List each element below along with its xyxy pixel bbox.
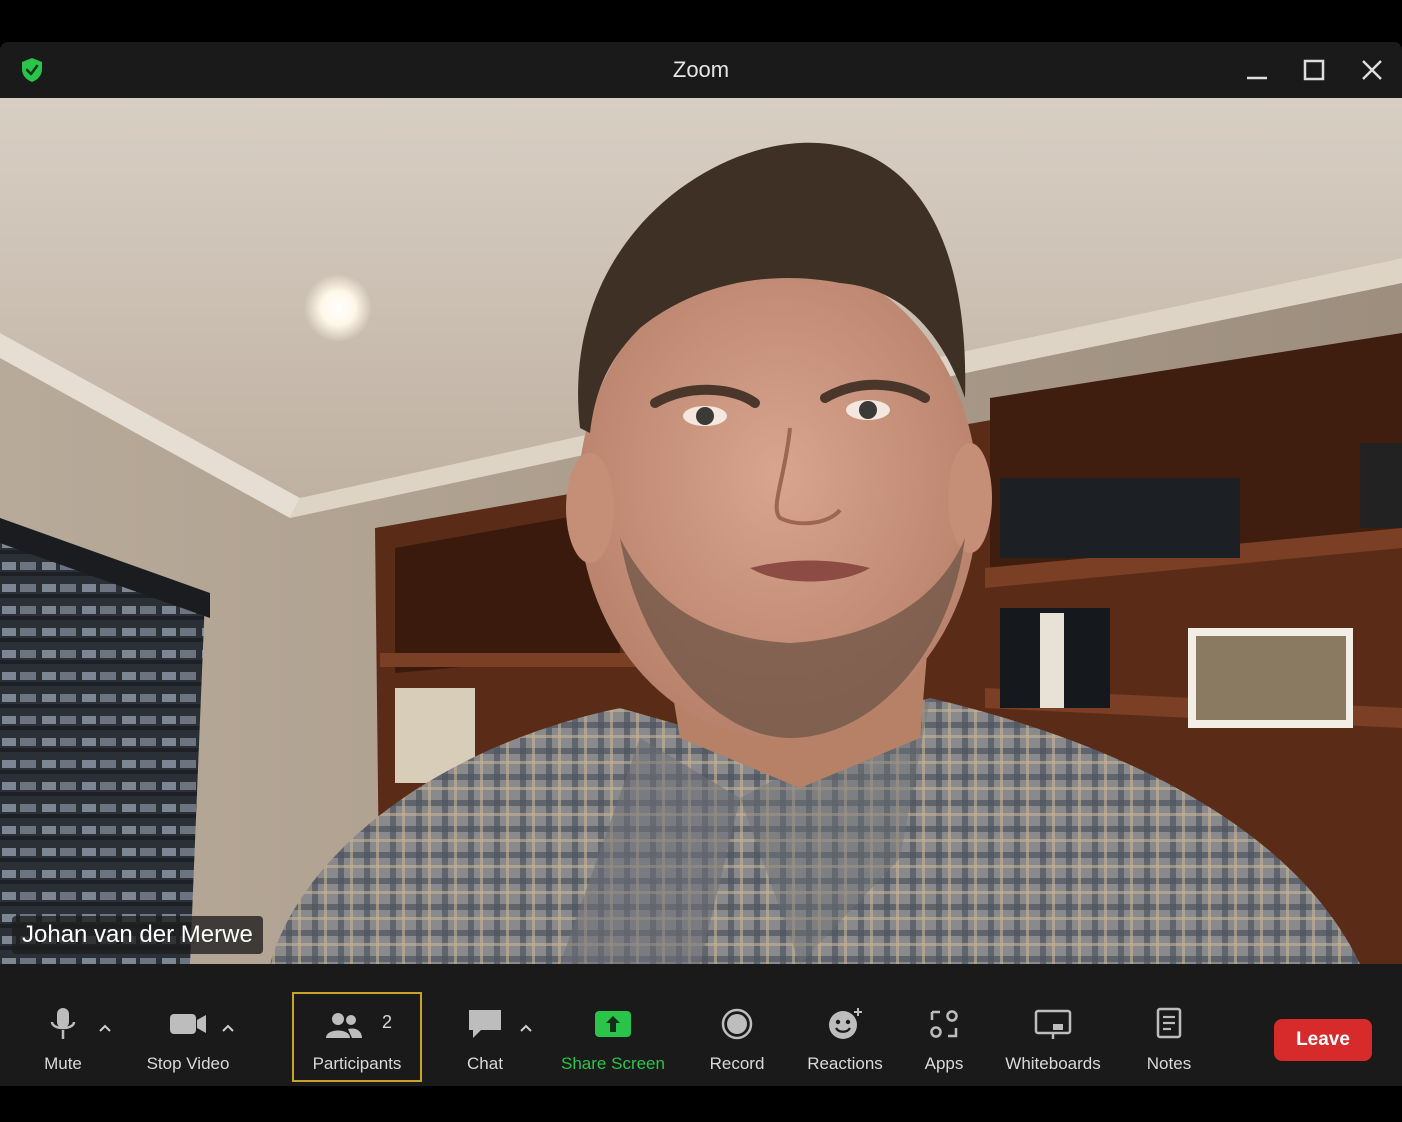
share-screen-label: Share Screen	[561, 1054, 665, 1073]
window-bottom-border	[0, 1086, 1402, 1122]
apps-icon	[930, 1010, 958, 1038]
record-button[interactable]: Record	[700, 992, 774, 1078]
window-titlebar: Zoom	[0, 42, 1402, 98]
chat-options-chevron-up-icon[interactable]	[518, 1022, 534, 1034]
apps-button[interactable]: Apps	[914, 992, 974, 1078]
chat-bubble-icon	[469, 1010, 501, 1038]
participants-label: Participants	[312, 1054, 402, 1073]
notes-label: Notes	[1146, 1054, 1192, 1073]
leave-button[interactable]: Leave	[1274, 1019, 1372, 1061]
reactions-button[interactable]: Reactions	[800, 992, 890, 1078]
stop-video-label: Stop Video	[146, 1054, 230, 1073]
smiley-icon	[829, 1008, 862, 1039]
close-icon[interactable]	[1358, 56, 1386, 84]
participants-count-badge: 2	[382, 1012, 393, 1032]
record-icon	[721, 1008, 753, 1040]
mute-label: Mute	[44, 1054, 82, 1073]
meeting-toolbar: Mute Stop Video 2 Participants Chat Shar…	[0, 964, 1402, 1086]
stop-video-button[interactable]: Stop Video	[138, 992, 238, 1078]
video-frame-image	[0, 98, 1402, 964]
video-options-chevron-up-icon[interactable]	[220, 1022, 236, 1034]
window-title: Zoom	[672, 57, 730, 82]
share-screen-icon	[595, 1011, 631, 1037]
record-label: Record	[709, 1054, 765, 1073]
participant-name-tag: Johan van der Merwe	[12, 916, 263, 954]
whiteboards-label: Whiteboards	[1005, 1054, 1101, 1073]
mute-button[interactable]: Mute	[22, 992, 104, 1078]
reactions-label: Reactions	[807, 1054, 883, 1073]
chat-label: Chat	[467, 1054, 503, 1073]
notes-icon	[1156, 1007, 1182, 1039]
minimize-icon[interactable]	[1243, 56, 1271, 84]
audio-options-chevron-up-icon[interactable]	[97, 1022, 113, 1034]
participant-video[interactable]: Johan van der Merwe	[0, 98, 1402, 964]
notes-button[interactable]: Notes	[1138, 992, 1200, 1078]
share-screen-button[interactable]: Share Screen	[558, 992, 668, 1078]
chat-button[interactable]: Chat	[450, 992, 520, 1078]
whiteboard-icon	[1034, 1009, 1072, 1039]
maximize-icon[interactable]	[1300, 56, 1328, 84]
video-camera-icon	[170, 1014, 206, 1034]
apps-label: Apps	[924, 1054, 964, 1073]
microphone-icon	[50, 1008, 76, 1039]
participants-button[interactable]: 2 Participants	[292, 992, 422, 1082]
participants-icon	[326, 1013, 363, 1038]
whiteboards-button[interactable]: Whiteboards	[1000, 992, 1106, 1078]
